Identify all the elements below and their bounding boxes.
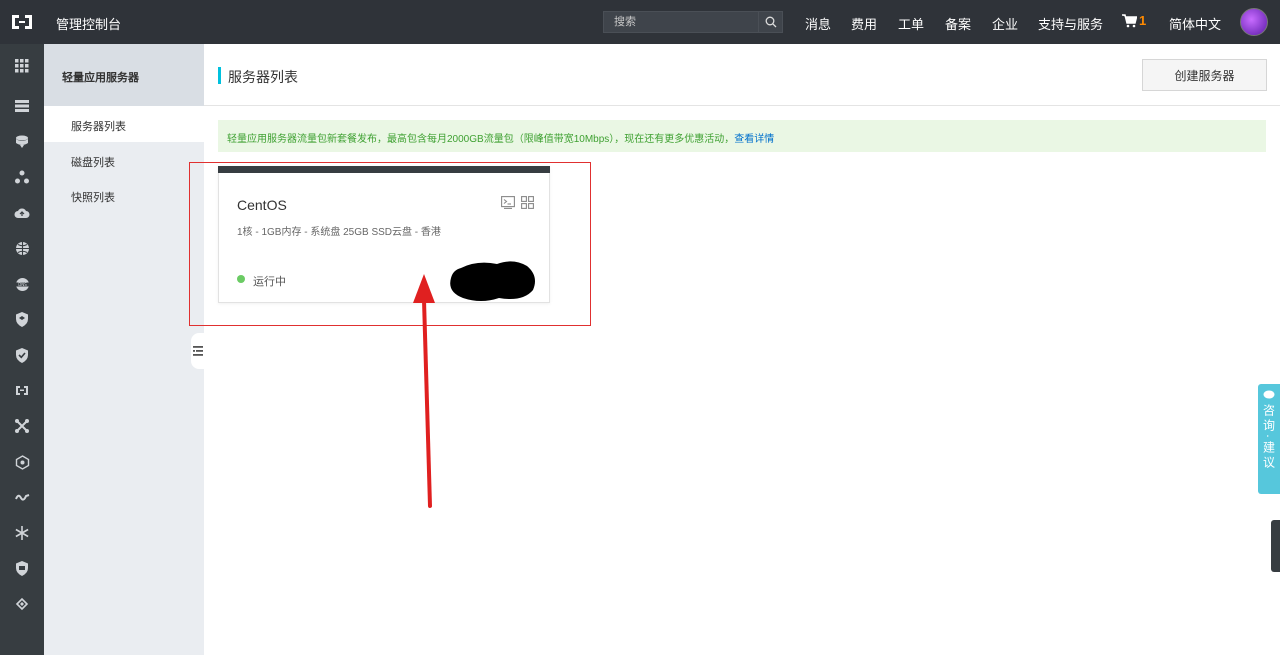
notice-content: 轻量应用服务器流量包新套餐发布，最高包含每月2000GB流量包（限峰值带宽10M… [227, 130, 774, 145]
page-header: 服务器列表 创建服务器 [204, 44, 1280, 106]
remote-terminal-icon[interactable] [501, 196, 515, 209]
database-icon[interactable] [12, 132, 32, 152]
sidebar-item-label: 快照列表 [71, 192, 115, 204]
cart-icon [1122, 13, 1137, 27]
connect-icon[interactable] [12, 416, 32, 436]
security-badge-icon[interactable] [12, 558, 32, 578]
nav-tickets[interactable]: 工单 [898, 14, 924, 33]
server-list-icon[interactable] [12, 96, 32, 116]
server-status: 运行中 [253, 276, 286, 288]
sidebar-item-label: 磁盘列表 [71, 157, 115, 169]
app-grid-icon[interactable] [521, 196, 534, 209]
title-accent-bar [218, 67, 221, 84]
notice-details-link[interactable]: 查看详情 [734, 134, 774, 145]
nav-messages[interactable]: 消息 [805, 14, 831, 33]
card-header-bar [218, 166, 550, 173]
sidebar-title: 轻量应用服务器 [62, 72, 139, 84]
sidebar-item-snapshot-list[interactable]: 快照列表 [44, 177, 204, 213]
cart-count: 1 [1139, 13, 1147, 28]
user-avatar[interactable] [1240, 8, 1268, 36]
search-icon [765, 16, 776, 28]
globe-icon[interactable] [12, 238, 32, 258]
side-tool-widget[interactable] [1271, 520, 1280, 572]
product-sidebar: 轻量应用服务器 服务器列表 磁盘列表 快照列表 [44, 44, 204, 655]
collapse-menu-icon [193, 346, 203, 356]
sidebar-header: 轻量应用服务器 [44, 44, 204, 106]
cdn-icon[interactable] [12, 380, 32, 400]
promo-notice: 轻量应用服务器流量包新套餐发布，最高包含每月2000GB流量包（限峰值带宽10M… [218, 120, 1266, 152]
status-indicator [237, 275, 245, 283]
feedback-widget[interactable]: 咨询·建议 [1258, 384, 1280, 494]
dns-icon[interactable]: DNS [12, 274, 32, 294]
language-selector[interactable]: 简体中文 [1169, 14, 1221, 33]
server-card[interactable]: CentOS 1核 - 1GB内存 - 系统盘 25GB SSD云盘 - 香港 … [218, 166, 550, 303]
page-title: 服务器列表 [228, 69, 298, 85]
sidebar-item-label: 服务器列表 [71, 121, 126, 133]
svg-text:DNS: DNS [18, 282, 27, 287]
network-icon[interactable] [12, 167, 32, 187]
create-server-button[interactable]: 创建服务器 [1142, 59, 1267, 91]
chat-icon [1263, 390, 1275, 399]
shield-check-icon[interactable] [12, 345, 32, 365]
wave-icon[interactable] [12, 487, 32, 507]
nav-billing[interactable]: 费用 [851, 14, 877, 33]
cloud-icon[interactable] [12, 203, 32, 223]
redacted-ip-mark [450, 261, 535, 301]
search-box [603, 11, 783, 33]
sidebar-item-disk-list[interactable]: 磁盘列表 [44, 142, 204, 178]
tag-icon[interactable] [12, 594, 32, 614]
server-spec: 1核 - 1GB内存 - 系统盘 25GB SSD云盘 - 香港 [237, 227, 441, 238]
card-actions [501, 196, 534, 209]
sidebar-collapse-toggle[interactable] [191, 333, 205, 369]
notice-text: 轻量应用服务器流量包新套餐发布，最高包含每月2000GB流量包（限峰值带宽10M… [227, 134, 735, 145]
shield-icon[interactable] [12, 309, 32, 329]
console-title[interactable]: 管理控制台 [56, 14, 121, 33]
feedback-label: 咨询·建议 [1261, 404, 1276, 471]
sidebar-item-server-list[interactable]: 服务器列表 [44, 106, 204, 142]
nav-icp[interactable]: 备案 [945, 14, 971, 33]
top-navbar: 管理控制台 消息 费用 工单 备案 企业 支持与服务 1 简体中文 [0, 0, 1280, 44]
aliyun-logo-icon[interactable] [10, 12, 34, 32]
cart-button[interactable]: 1 [1122, 13, 1146, 28]
search-button[interactable] [758, 12, 782, 32]
nav-enterprise[interactable]: 企业 [992, 14, 1018, 33]
server-os-title: CentOS [237, 197, 287, 213]
product-rail: DNS [0, 44, 44, 655]
search-input[interactable] [604, 12, 760, 32]
snowflake-icon[interactable] [12, 523, 32, 543]
grid-icon[interactable] [12, 56, 32, 76]
nav-support[interactable]: 支持与服务 [1038, 14, 1103, 33]
cluster-icon[interactable] [12, 452, 32, 472]
